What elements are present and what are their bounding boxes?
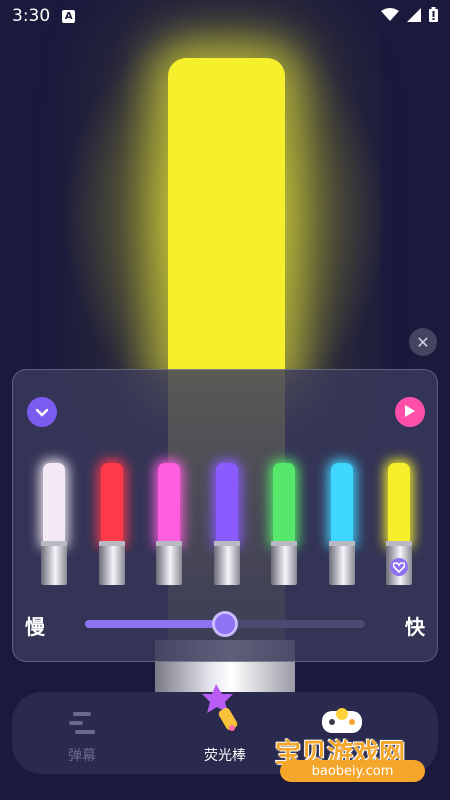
swatch-tube (43, 463, 65, 545)
signal-icon (407, 7, 421, 26)
speed-fast-label: 快 (405, 615, 425, 639)
swatch-tube (100, 463, 123, 545)
battery-icon (429, 6, 438, 26)
swatch-tube (273, 463, 295, 545)
swatch-ring (156, 541, 182, 546)
nav-item-danmaku[interactable]: 弹幕 (52, 692, 112, 774)
swatch-base (213, 543, 240, 585)
speed-slider-thumb[interactable] (212, 611, 238, 637)
color-swatch-red[interactable] (98, 463, 125, 587)
selected-heart-icon (390, 558, 408, 576)
play-icon (404, 403, 416, 422)
color-swatch-pink[interactable] (156, 463, 182, 587)
swatch-ring (386, 541, 412, 546)
color-swatch-purple[interactable] (213, 463, 240, 587)
swatch-ring (213, 541, 240, 546)
nav-label-glow-stick: 荧光棒 (204, 748, 246, 764)
swatch-base (156, 543, 182, 585)
swatch-base (271, 543, 297, 585)
nav-label-danmaku: 弹幕 (68, 748, 96, 764)
swatch-tube (330, 463, 353, 545)
swatch-base (41, 543, 67, 585)
glow-wand-icon (198, 682, 250, 734)
swatch-ring (328, 541, 355, 546)
close-panel-button[interactable]: ✕ (409, 328, 437, 356)
danmaku-icon (67, 710, 97, 740)
speed-slider[interactable] (85, 611, 365, 637)
swatch-base (98, 543, 125, 585)
status-time: 3:30 (12, 6, 51, 26)
swatch-ring (98, 541, 125, 546)
color-panel: 慢 快 (12, 369, 438, 662)
color-swatch-white[interactable] (41, 463, 67, 587)
chevron-down-icon (35, 403, 49, 422)
swatch-tube (158, 463, 180, 545)
glow-stick[interactable] (168, 58, 285, 378)
play-button[interactable] (395, 397, 425, 427)
color-swatch-yellow[interactable] (386, 463, 412, 587)
color-swatch-cyan[interactable] (328, 463, 355, 587)
speed-slow-label: 慢 (25, 615, 45, 639)
watermark-url: baobeiy.com (280, 760, 425, 782)
speed-slider-fill (85, 620, 225, 628)
swatch-tube (215, 463, 238, 545)
collapse-button[interactable] (27, 397, 57, 427)
swatch-tube (388, 463, 410, 545)
close-icon: ✕ (416, 332, 430, 352)
swatch-base (328, 543, 355, 585)
color-swatch-green[interactable] (271, 463, 297, 587)
swatch-ring (41, 541, 67, 546)
swatch-ring (271, 541, 297, 546)
